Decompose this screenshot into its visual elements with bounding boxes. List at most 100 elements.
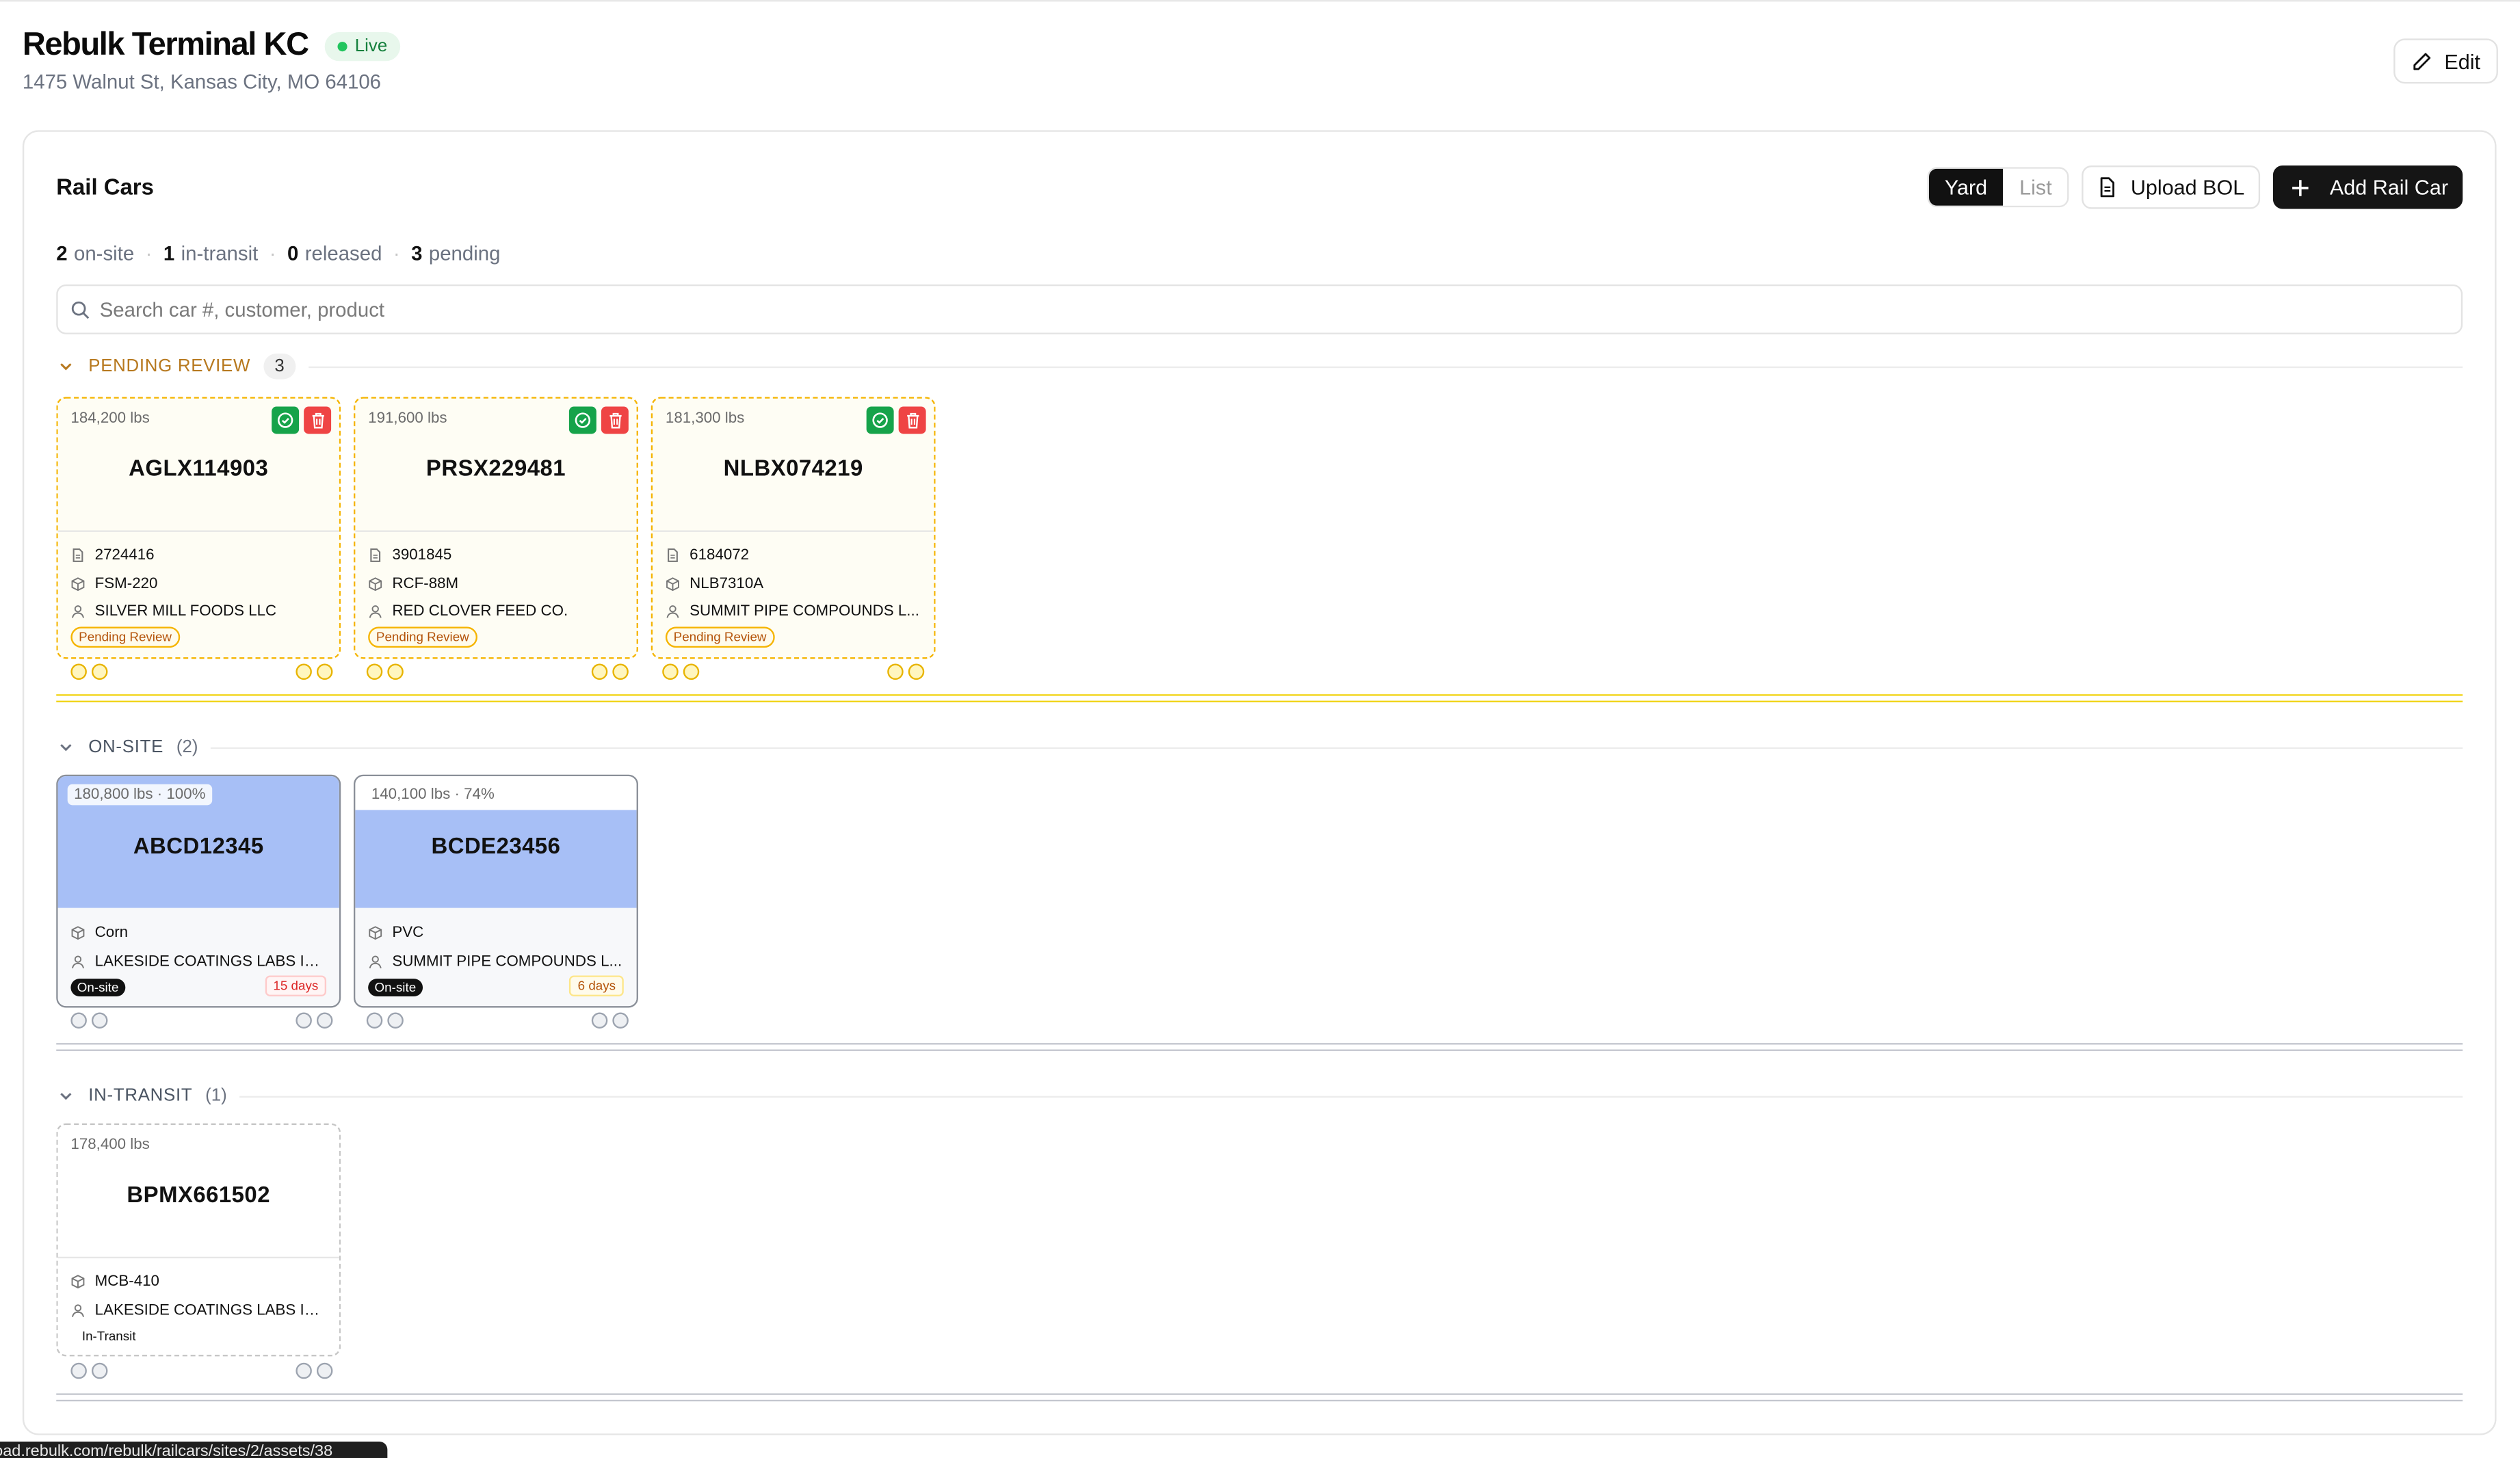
rail-car-wheels bbox=[70, 663, 333, 680]
upload-bol-label: Upload BOL bbox=[2130, 175, 2245, 200]
approve-button[interactable] bbox=[272, 406, 300, 434]
fill-level bbox=[355, 810, 637, 908]
car-number: AGLX114903 bbox=[129, 455, 269, 481]
edit-button[interactable]: Edit bbox=[2393, 38, 2498, 84]
edit-label: Edit bbox=[2444, 49, 2481, 73]
section-count: (2) bbox=[176, 737, 198, 757]
approve-button[interactable] bbox=[568, 406, 596, 434]
site-address: 1475 Walnut St, Kansas City, MO 64106 bbox=[22, 70, 382, 94]
section-label: PENDING REVIEW bbox=[88, 356, 251, 376]
released-stat-label: released bbox=[304, 242, 382, 265]
rail-car-card[interactable]: 140,100 lbs · 74% BCDE23456 PVC SUMMIT P… bbox=[354, 774, 638, 1008]
transit-stat-label: in-transit bbox=[181, 242, 259, 265]
delete-button[interactable] bbox=[898, 406, 926, 434]
package-icon bbox=[71, 1275, 85, 1289]
rail-car-wheels bbox=[70, 1012, 333, 1029]
customer-name: SILVER MILL FOODS LLC bbox=[94, 602, 277, 621]
product-name: Corn bbox=[94, 924, 129, 942]
status-badge: Pending Review bbox=[70, 626, 180, 648]
panel-toolbar: Yard List Upload BOL Add Rail Car bbox=[1927, 165, 2463, 209]
product-name: PVC bbox=[392, 924, 424, 942]
live-label: Live bbox=[354, 36, 388, 56]
bol-number: 2724416 bbox=[94, 546, 155, 565]
status-badge: Pending Review bbox=[665, 626, 775, 648]
document-icon bbox=[668, 548, 678, 563]
rail-track bbox=[56, 1043, 2463, 1051]
search-bar bbox=[56, 284, 2463, 334]
status-badge: On-site bbox=[368, 979, 423, 996]
product-code: RCF-88M bbox=[392, 574, 459, 593]
yard-view-button[interactable]: Yard bbox=[1928, 168, 2004, 206]
link-preview-text: load.rebulk.com/rebulk/railcars/sites/2/… bbox=[0, 1443, 333, 1458]
delete-button[interactable] bbox=[304, 406, 332, 434]
check-circle-icon bbox=[575, 412, 591, 428]
add-rail-car-label: Add Rail Car bbox=[2329, 175, 2449, 200]
delete-button[interactable] bbox=[601, 406, 629, 434]
section-label: IN-TRANSIT bbox=[88, 1086, 193, 1106]
car-weight: 178,400 lbs bbox=[70, 1136, 150, 1154]
product-code: FSM-220 bbox=[94, 574, 158, 593]
car-number: ABCD12345 bbox=[133, 832, 264, 858]
car-number: NLBX074219 bbox=[723, 455, 863, 481]
transit-count: 1 bbox=[163, 242, 175, 265]
pending-count: 3 bbox=[411, 242, 423, 265]
check-circle-icon bbox=[872, 412, 888, 428]
customer-name: LAKESIDE COATINGS LABS INC. bbox=[94, 1301, 327, 1319]
pending-review-section-header[interactable]: PENDING REVIEW 3 bbox=[56, 352, 2463, 381]
days-on-site-badge: 6 days bbox=[569, 975, 624, 996]
pencil-icon bbox=[2413, 52, 2430, 70]
add-rail-car-button[interactable]: Add Rail Car bbox=[2273, 165, 2463, 209]
onsite-section-header[interactable]: ON-SITE (2) bbox=[56, 733, 2463, 762]
chevron-down-icon[interactable] bbox=[56, 1087, 75, 1106]
rail-car-card[interactable]: 178,400 lbs BPMX661502 MCB-410 LAKESIDE … bbox=[56, 1123, 341, 1357]
check-circle-icon bbox=[277, 412, 293, 428]
list-view-button[interactable]: List bbox=[2003, 168, 2069, 206]
package-icon bbox=[71, 926, 85, 940]
search-input[interactable] bbox=[99, 297, 2251, 321]
days-on-site-badge: 15 days bbox=[265, 975, 327, 996]
in-transit-section-header[interactable]: IN-TRANSIT (1) bbox=[56, 1082, 2463, 1111]
approve-button[interactable] bbox=[866, 406, 894, 434]
panel-title: Rail Cars bbox=[56, 173, 154, 200]
upload-bol-button[interactable]: Upload BOL bbox=[2082, 165, 2261, 209]
chevron-down-icon[interactable] bbox=[56, 738, 75, 757]
section-label: ON-SITE bbox=[88, 737, 164, 757]
live-status-badge: Live bbox=[324, 31, 401, 61]
search-icon bbox=[71, 300, 90, 319]
package-icon bbox=[369, 576, 382, 591]
package-icon bbox=[369, 926, 382, 940]
status-badge: Pending Review bbox=[368, 626, 477, 648]
car-weight: 181,300 lbs bbox=[665, 410, 745, 428]
rail-car-card[interactable]: 180,800 lbs · 100% ABCD12345 Corn LAKESI… bbox=[56, 774, 341, 1008]
car-weight: 180,800 lbs · 100% bbox=[67, 784, 212, 806]
user-icon bbox=[369, 605, 382, 619]
rail-car-wheels bbox=[70, 1362, 333, 1379]
trash-icon bbox=[609, 412, 621, 429]
rail-car-wheels bbox=[366, 1012, 629, 1029]
onsite-count: 2 bbox=[56, 242, 68, 265]
chevron-down-icon[interactable] bbox=[56, 357, 75, 376]
card-actions bbox=[272, 406, 332, 434]
car-weight: 140,100 lbs · 74% bbox=[365, 784, 501, 806]
rail-car-card[interactable]: 184,200 lbs AGLX114903 2724416 FSM-220 S… bbox=[56, 397, 341, 659]
onsite-cars-row: 180,800 lbs · 100% ABCD12345 Corn LAKESI… bbox=[56, 774, 638, 1008]
customer-name: SUMMIT PIPE COMPOUNDS L... bbox=[690, 602, 919, 621]
live-dot-icon bbox=[337, 40, 347, 51]
customer-name: LAKESIDE COATINGS LABS INC. bbox=[94, 952, 327, 970]
link-preview-url: load.rebulk.com/rebulk/railcars/sites/2/… bbox=[0, 1441, 388, 1458]
car-weight: 184,200 lbs bbox=[70, 410, 150, 428]
rail-car-wheels bbox=[366, 663, 629, 680]
car-number: PRSX229481 bbox=[425, 455, 566, 481]
rail-car-card[interactable]: 191,600 lbs PRSX229481 3901845 RCF-88M R… bbox=[354, 397, 638, 659]
user-icon bbox=[72, 1303, 84, 1317]
rail-car-card[interactable]: 181,300 lbs NLBX074219 6184072 NLB7310A … bbox=[651, 397, 936, 659]
onsite-stat-label: on-site bbox=[73, 242, 135, 265]
car-weight: 191,600 lbs bbox=[368, 410, 447, 428]
car-stats: 2 on-site · 1 in-transit · 0 released · 3 pe… bbox=[56, 242, 501, 265]
document-icon bbox=[73, 548, 83, 563]
pending-cars-row: 184,200 lbs AGLX114903 2724416 FSM-220 S… bbox=[56, 397, 936, 659]
document-icon bbox=[2101, 177, 2116, 198]
car-number: BCDE23456 bbox=[431, 832, 561, 858]
section-count: (1) bbox=[205, 1086, 227, 1106]
in-transit-cars-row: 178,400 lbs BPMX661502 MCB-410 LAKESIDE … bbox=[56, 1123, 341, 1357]
